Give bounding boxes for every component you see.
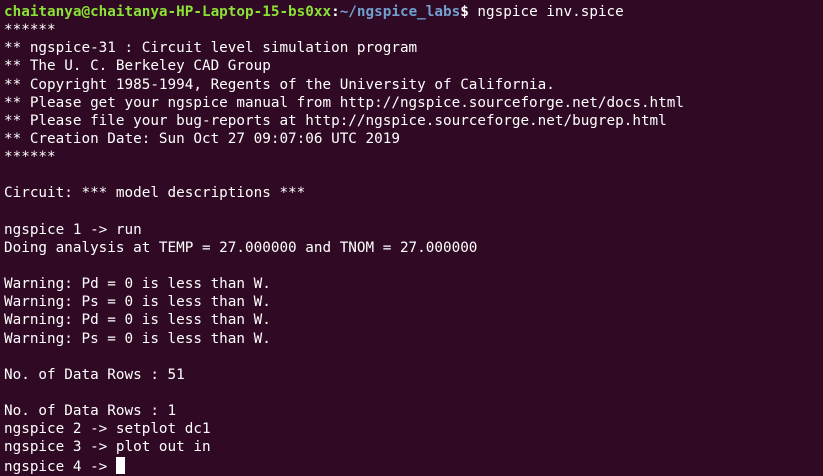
output-line: Warning: Ps = 0 is less than W. (4, 294, 271, 311)
terminal-window[interactable]: chaitanya@chaitanya-HP-Laptop-15-bs0xx:~… (0, 0, 823, 475)
output-line: Circuit: *** model descriptions *** (4, 185, 306, 202)
output-line: ** Please get your ngspice manual from h… (4, 94, 684, 111)
output-line: ngspice 3 -> plot out in (4, 439, 211, 456)
output-line: ** Please file your bug-reports at http:… (4, 112, 667, 129)
prompt-path: ~/ngspice_labs (339, 4, 461, 20)
output-line: ngspice 1 -> run (4, 221, 142, 238)
output-line: Warning: Ps = 0 is less than W. (4, 330, 271, 347)
output-line: Warning: Pd = 0 is less than W. (4, 276, 271, 293)
text-cursor (115, 456, 125, 474)
output-line: No. of Data Rows : 51 (4, 366, 185, 383)
output-line: ** ngspice-31 : Circuit level simulation… (4, 40, 418, 57)
output-line: ** Creation Date: Sun Oct 27 09:07:06 UT… (4, 130, 400, 147)
prompt-dollar: $ (460, 4, 469, 20)
prompt-separator: : (331, 4, 340, 20)
prompt-user-host: chaitanya@chaitanya-HP-Laptop-15-bs0xx (4, 4, 332, 20)
output-line: ****** (4, 22, 56, 39)
shell-prompt-line: chaitanya@chaitanya-HP-Laptop-15-bs0xx:~… (4, 3, 823, 21)
output-line: ** The U. C. Berkeley CAD Group (4, 58, 271, 75)
output-line: ** Copyright 1985-1994, Regents of the U… (4, 76, 555, 93)
shell-command: ngspice inv.spice (468, 4, 624, 20)
output-line: ngspice 2 -> setplot dc1 (4, 421, 211, 438)
output-line: No. of Data Rows : 1 (4, 403, 177, 420)
output-line: ****** (4, 149, 56, 166)
output-line: Doing analysis at TEMP = 27.000000 and T… (4, 239, 478, 256)
ngspice-prompt: ngspice 4 -> (4, 458, 116, 475)
ngspice-input-line[interactable]: ngspice 4 -> (4, 456, 823, 475)
output-line: Warning: Pd = 0 is less than W. (4, 312, 271, 329)
